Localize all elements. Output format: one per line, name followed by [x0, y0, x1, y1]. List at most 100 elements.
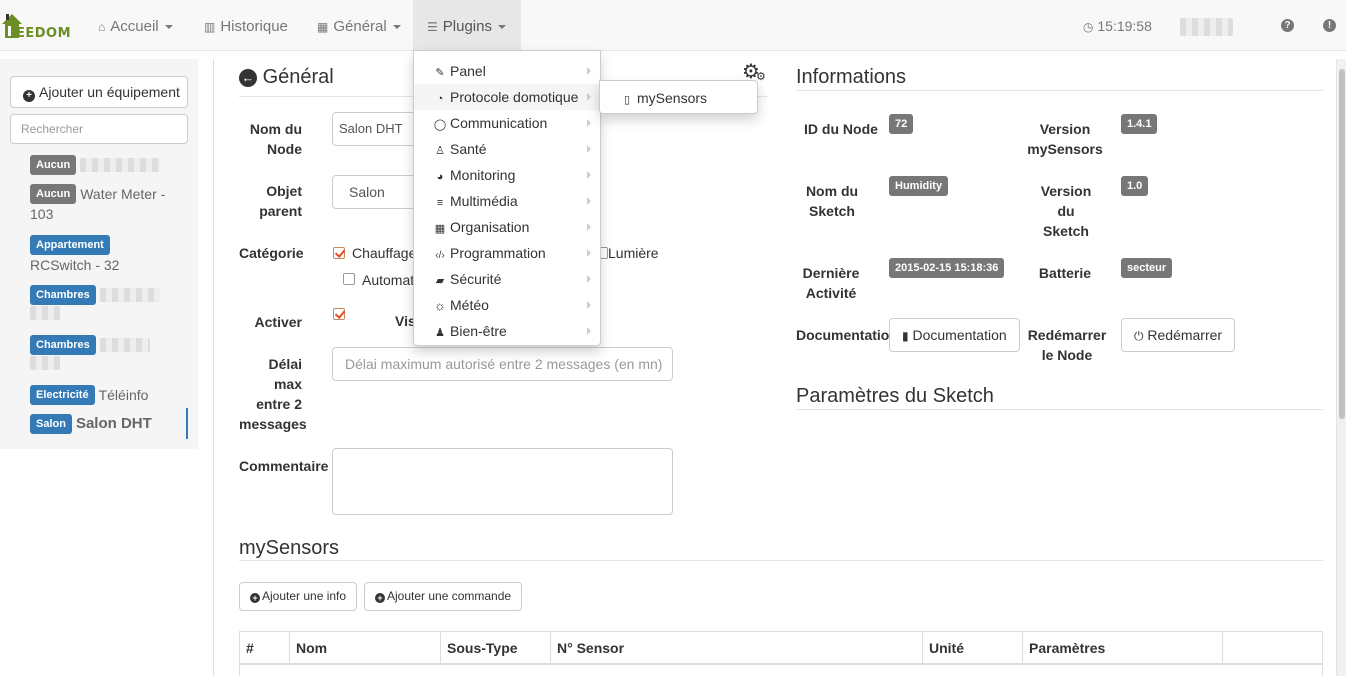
delay-input[interactable]: Délai maximum autorisé entre 2 messages … — [332, 347, 673, 381]
list-item[interactable]: Chambres — [30, 335, 150, 375]
caret-down-icon — [164, 25, 173, 30]
selected-indicator — [186, 408, 188, 439]
col-header-params: Paramètres — [1023, 632, 1223, 665]
blurred-name — [30, 356, 60, 370]
plus-circle-icon: + — [375, 593, 385, 603]
alert-icon[interactable]: ! — [1323, 19, 1336, 32]
mysensors-divider — [239, 560, 1323, 561]
chevron-right-icon — [587, 327, 591, 335]
activate-checkbox[interactable] — [333, 308, 345, 320]
nav-accueil[interactable]: ⌂ Accueil — [98, 0, 173, 51]
menu-item-communication[interactable]: ◯ Communication — [414, 110, 600, 136]
menu-item-programmation[interactable]: ‹/› Programmation — [414, 240, 600, 266]
col-header-name: Nom — [290, 632, 441, 665]
object-tag: Chambres — [30, 335, 96, 355]
chevron-right-icon — [587, 223, 591, 231]
object-tag: Appartement — [30, 235, 110, 255]
sketch-params-divider — [796, 409, 1323, 410]
chevron-right-icon — [587, 249, 591, 257]
menu-item-meteo[interactable]: ☼ Météo — [414, 292, 600, 318]
pin-icon: ✎ — [435, 67, 445, 79]
jeedom-logo[interactable]: EEDOM — [0, 8, 72, 44]
list-item[interactable]: Aucun — [30, 155, 161, 175]
nav-historique[interactable]: ▥ Historique — [204, 0, 288, 51]
category-lumiere-label: Lumière — [608, 245, 659, 261]
object-tag: Electricité — [30, 385, 95, 405]
restart-button[interactable]: ⏻ Redémarrer — [1121, 318, 1236, 352]
arrow-circle-left-icon[interactable]: ← — [239, 69, 257, 87]
node-name-input[interactable]: Salon DHT — [332, 112, 422, 146]
general-title: ← Général — [239, 66, 334, 89]
blurred-name — [80, 158, 161, 172]
chevron-right-icon — [587, 171, 591, 179]
menu-item-multimedia[interactable]: ≡ Multimédia — [414, 188, 600, 214]
bar-chart-icon: ▥ — [204, 20, 216, 34]
add-command-button[interactable]: + Ajouter une commande — [364, 582, 523, 611]
mobile-icon: ▯ — [623, 94, 631, 106]
user-icon: ♟ — [435, 327, 445, 339]
home-icon: ⌂ — [98, 20, 106, 34]
object-tag: Aucun — [30, 184, 77, 204]
menu-item-monitoring[interactable]: ◕ Monitoring — [414, 162, 600, 188]
page-scrollbar[interactable] — [1336, 59, 1346, 676]
column-divider — [213, 59, 214, 676]
comment-label: Commentaire — [239, 458, 329, 474]
clock: ◷ 15:19:58 — [1083, 0, 1152, 51]
documentation-button[interactable]: ▮ Documentation — [889, 318, 1020, 352]
list-item[interactable]: Aucun Water Meter - 103 — [30, 184, 180, 224]
chevron-right-icon — [587, 145, 591, 153]
menu-item-bien-etre[interactable]: ♟ Bien-être — [414, 318, 600, 344]
parent-object-label: Objet parent — [259, 183, 302, 219]
add-info-button[interactable]: + Ajouter une info — [239, 582, 358, 611]
category-chauffage-label: Chauffage — [352, 245, 417, 261]
nav-general[interactable]: ▦ Général — [317, 0, 401, 51]
category-automatisme-checkbox[interactable] — [343, 273, 355, 285]
chevron-right-icon — [587, 275, 591, 283]
mysensors-version-label: Version mySensors — [1027, 121, 1103, 157]
brand-text: EEDOM — [16, 26, 72, 41]
submenu-item-mysensors[interactable]: ▯ mySensors — [600, 85, 757, 111]
col-header-unit: Unité — [923, 632, 1023, 665]
sketch-version-value: 1.0 — [1121, 176, 1149, 196]
add-equipment-button[interactable]: + Ajouter un équipement — [10, 76, 188, 108]
clock-time: 15:19:58 — [1097, 18, 1152, 34]
menu-item-panel[interactable]: ✎ Panel — [414, 58, 600, 84]
book-icon: ▮ — [902, 329, 909, 343]
mysensors-title: mySensors — [239, 537, 340, 559]
chevron-right-icon — [587, 67, 591, 75]
help-icon[interactable]: ? — [1281, 19, 1294, 32]
sketch-name-label: Nom du Sketch — [805, 183, 859, 219]
chevron-right-icon — [587, 119, 591, 127]
activate-label: Activer — [254, 314, 302, 330]
nav-plugins[interactable]: ☰ Plugins — [413, 0, 521, 51]
sketch-version-label: Version du Sketch — [1040, 183, 1092, 239]
object-tag: Chambres — [30, 285, 96, 305]
list-item[interactable]: Electricité Téléinfo — [30, 385, 148, 405]
plus-circle-icon: + — [250, 593, 260, 603]
search-input[interactable]: Rechercher — [10, 114, 188, 144]
menu-item-protocole-domotique[interactable]: ◔ Protocole domotique — [414, 84, 600, 110]
restart-node-label: Redémarrer le Node — [1027, 327, 1107, 363]
commands-table: # Nom Sous-Type N° Sensor Unité Paramètr… — [239, 631, 1323, 676]
col-header-actions — [1223, 632, 1322, 665]
menu-item-organisation[interactable]: ▦ Organisation — [414, 214, 600, 240]
mysensors-version-value: 1.4.1 — [1121, 114, 1158, 134]
category-chauffage-checkbox[interactable] — [333, 247, 345, 259]
documentation-label: Documentatio — [796, 327, 890, 343]
object-tag: Salon — [30, 414, 72, 434]
list-item[interactable]: Appartement RCSwitch - 32 — [30, 235, 180, 275]
list-icon: ☰ — [427, 20, 438, 34]
delay-label: Délai max entre 2 messages — [239, 356, 307, 432]
user-name-blurred[interactable] — [1180, 18, 1233, 36]
sketch-name-value: Humidity — [889, 176, 949, 196]
scrollbar-thumb[interactable] — [1339, 69, 1345, 419]
list-item-selected[interactable]: Salon Salon DHT — [30, 414, 152, 434]
node-id-value: 72 — [889, 114, 914, 134]
comment-textarea[interactable] — [332, 448, 673, 515]
menu-item-sante[interactable]: ♙ Santé — [414, 136, 600, 162]
menu-item-securite[interactable]: ▰ Sécurité — [414, 266, 600, 292]
chevron-right-icon — [587, 93, 591, 101]
list-item[interactable]: Chambres — [30, 285, 160, 325]
top-navbar: EEDOM ⌂ Accueil ▥ Historique ▦ Général ☰ Plu… — [0, 0, 1346, 51]
parent-object-select[interactable]: Salon — [332, 175, 422, 209]
